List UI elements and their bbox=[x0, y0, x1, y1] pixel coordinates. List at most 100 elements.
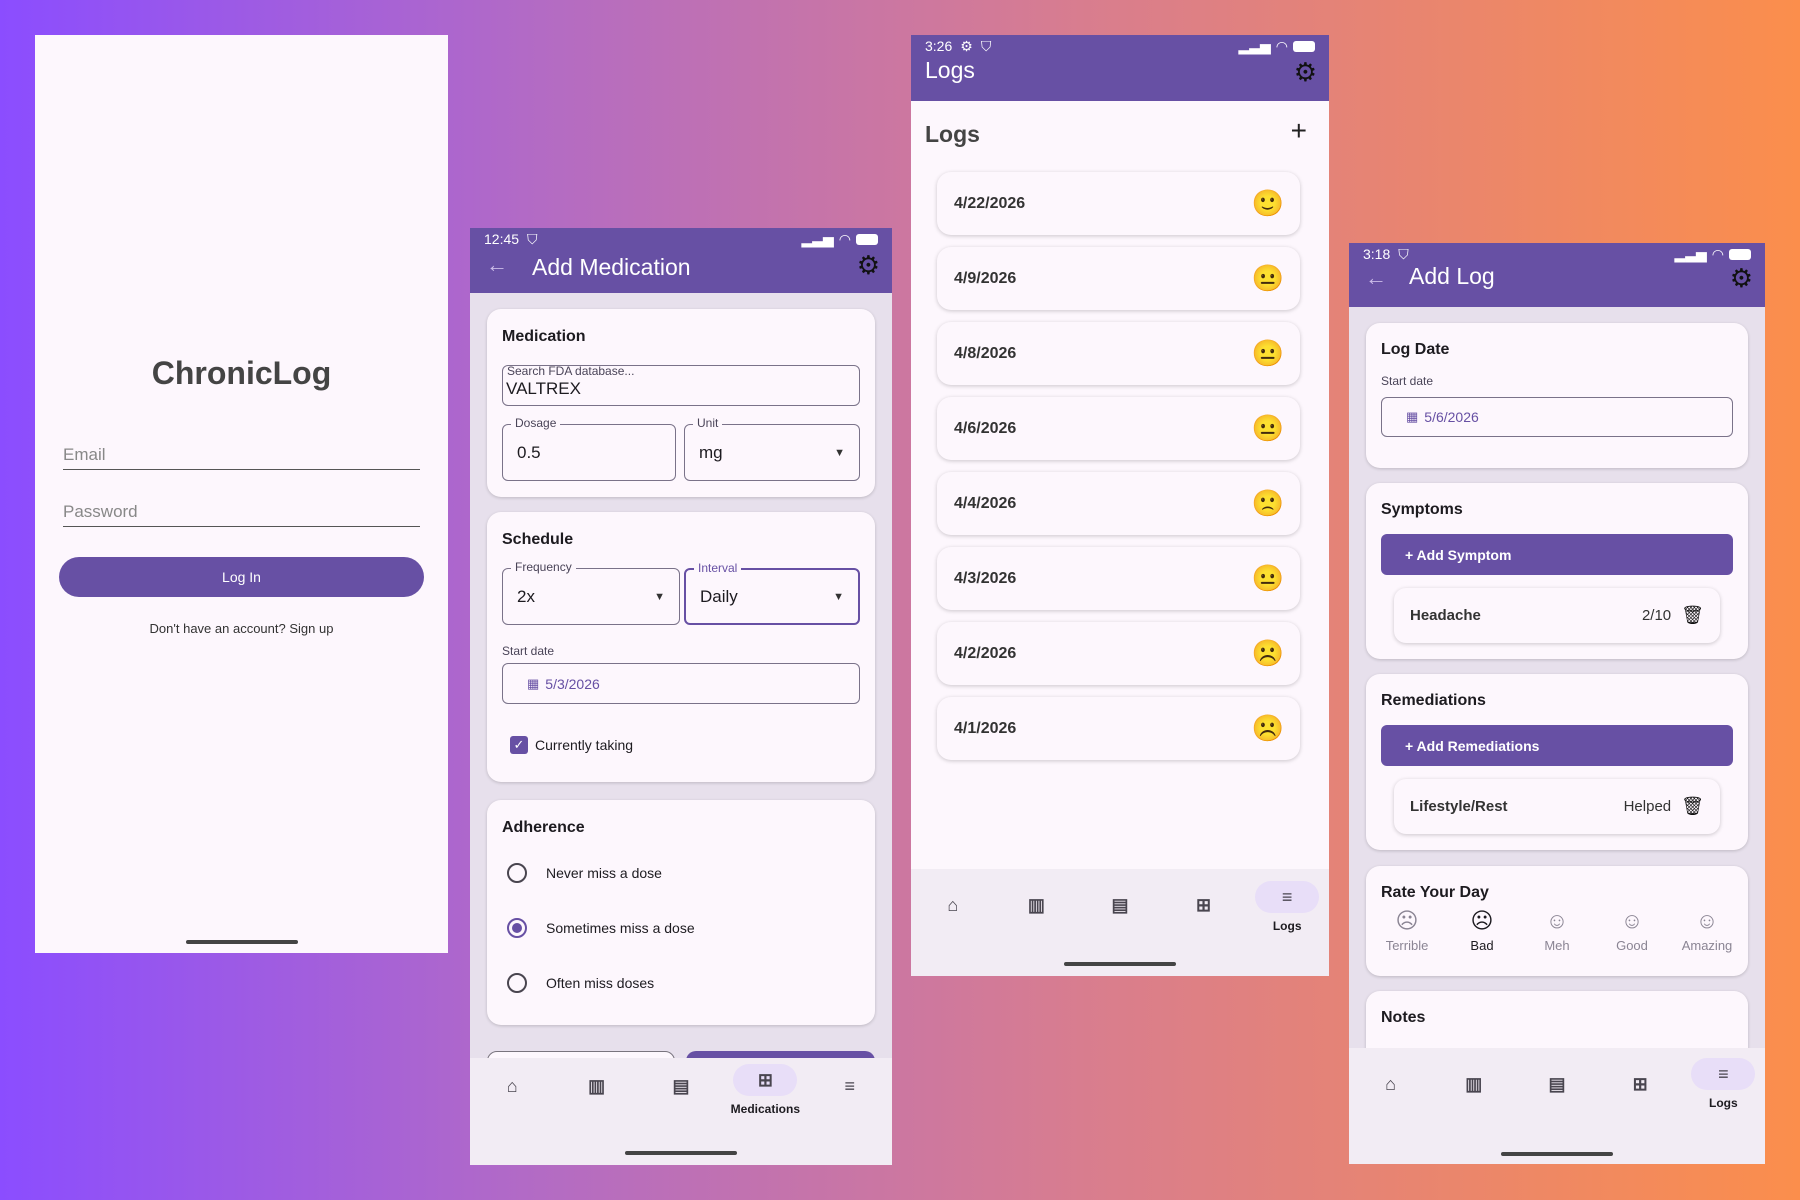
signup-link[interactable]: Don't have an account? Sign up bbox=[35, 621, 448, 636]
start-date-value: 5/3/2026 bbox=[545, 675, 600, 692]
log-entry[interactable]: 4/9/2026 😐 bbox=[937, 247, 1300, 310]
bar-chart-icon: ▥ bbox=[1027, 894, 1045, 915]
happy-face-icon: ☺ bbox=[1695, 908, 1719, 933]
option-label: Sometimes miss a dose bbox=[546, 920, 695, 936]
log-entry[interactable]: 4/1/2026 ☹️ bbox=[937, 697, 1300, 760]
nav-medications[interactable]: ⊞ bbox=[1600, 1048, 1680, 1100]
signal-icon: ▂▃▅ bbox=[1674, 245, 1707, 262]
logs-screen: 3:26 ⚙ ⛉ ▂▃▅ ◠ Logs ⚙ Logs + 4/22/2026 🙂 4/9/… bbox=[911, 35, 1329, 976]
add-log-button[interactable]: + bbox=[1291, 115, 1307, 147]
unit-select[interactable]: Unit mg ▼ bbox=[684, 416, 860, 481]
remediation-result: Helped bbox=[1623, 798, 1672, 815]
dropdown-icon: ▼ bbox=[834, 446, 845, 459]
checkbox-checked-icon: ✓ bbox=[510, 736, 528, 754]
add-remediations-button[interactable]: + Add Remediations bbox=[1381, 725, 1733, 766]
rate-amazing[interactable]: ☺ Amazing bbox=[1676, 908, 1738, 953]
back-arrow-icon[interactable]: ← bbox=[486, 252, 508, 278]
screen-title: Add Medication bbox=[532, 254, 691, 280]
log-date: 4/3/2026 bbox=[954, 569, 1017, 587]
search-value: VALTREX bbox=[506, 379, 581, 398]
frequency-label: Frequency bbox=[511, 560, 576, 574]
start-date-field[interactable]: ▦ 5/3/2026 bbox=[502, 663, 860, 704]
interval-select[interactable]: Interval Daily ▼ bbox=[684, 561, 860, 625]
add-symptom-button[interactable]: + Add Symptom bbox=[1381, 534, 1733, 575]
medication-icon: ⊞ bbox=[1632, 1073, 1648, 1094]
log-entry[interactable]: 4/3/2026 😐 bbox=[937, 547, 1300, 610]
sad-face-icon: ☹ bbox=[1395, 908, 1419, 933]
gear-icon[interactable]: ⚙ bbox=[1730, 263, 1753, 294]
nav-medications[interactable]: ⊞ Medications bbox=[725, 1058, 805, 1116]
status-time: 3:26 bbox=[925, 38, 953, 54]
menu-icon: ≡ bbox=[844, 1075, 855, 1096]
slightly-smiling-face-icon: 🙂 bbox=[1251, 188, 1284, 218]
frequency-select[interactable]: Frequency 2x ▼ bbox=[502, 560, 680, 625]
nav-logs[interactable]: ≡ Logs bbox=[1247, 869, 1327, 933]
back-arrow-icon[interactable]: ← bbox=[1365, 265, 1387, 291]
rate-good[interactable]: ☺ Good bbox=[1601, 908, 1663, 953]
nav-home[interactable]: ⌂ bbox=[472, 1058, 552, 1102]
currently-taking-checkbox[interactable]: ✓ Currently taking bbox=[510, 736, 633, 754]
neutral-face-icon: 😐 bbox=[1251, 338, 1284, 368]
unit-label: Unit bbox=[693, 416, 723, 430]
rate-terrible[interactable]: ☹ Terrible bbox=[1376, 908, 1438, 953]
dropdown-icon: ▼ bbox=[654, 590, 665, 603]
log-entry[interactable]: 4/2/2026 ☹️ bbox=[937, 622, 1300, 685]
bottom-navigation: ⌂ ▥ ▤ ⊞ ≡ Logs bbox=[911, 869, 1329, 976]
smile-face-icon: ☺ bbox=[1620, 908, 1644, 933]
rate-label: Good bbox=[1616, 938, 1648, 953]
currently-taking-label: Currently taking bbox=[535, 737, 634, 753]
nav-home[interactable]: ⌂ bbox=[1351, 1048, 1431, 1100]
adherence-option-never[interactable]: Never miss a dose bbox=[507, 863, 662, 883]
battery-icon bbox=[856, 233, 878, 245]
content-area: Medication Search FDA database... VALTRE… bbox=[470, 293, 892, 1071]
nav-medications[interactable]: ⊞ bbox=[1164, 869, 1244, 921]
trash-icon[interactable]: 🗑 bbox=[1681, 796, 1704, 817]
rate-label: Terrible bbox=[1385, 938, 1429, 953]
log-entry[interactable]: 4/8/2026 😐 bbox=[937, 322, 1300, 385]
dosage-field[interactable]: Dosage 0.5 bbox=[502, 416, 676, 481]
shield-icon: ⛉ bbox=[1398, 245, 1409, 262]
home-indicator bbox=[185, 940, 298, 944]
log-entry[interactable]: 4/6/2026 😐 bbox=[937, 397, 1300, 460]
adherence-option-sometimes[interactable]: Sometimes miss a dose bbox=[507, 918, 695, 938]
start-date-label: Start date bbox=[1381, 374, 1434, 388]
email-placeholder: Email bbox=[63, 445, 106, 464]
symptoms-heading: Symptoms bbox=[1381, 501, 1463, 518]
log-date-field[interactable]: ▦ 5/6/2026 bbox=[1381, 397, 1733, 437]
gear-icon[interactable]: ⚙ bbox=[857, 250, 880, 281]
menu-icon: ≡ bbox=[1255, 881, 1320, 913]
rate-bad[interactable]: ☹ Bad bbox=[1451, 908, 1513, 953]
bar-chart-icon: ▥ bbox=[1465, 1073, 1483, 1094]
log-date: 4/1/2026 bbox=[954, 719, 1017, 737]
search-label: Search FDA database... bbox=[507, 364, 635, 378]
log-entry[interactable]: 4/4/2026 🙁 bbox=[937, 472, 1300, 535]
nav-active-label: Medications bbox=[730, 1102, 801, 1116]
nav-stats[interactable]: ▥ bbox=[557, 1058, 637, 1102]
symptom-name: Headache bbox=[1410, 607, 1481, 624]
trash-icon[interactable]: 🗑 bbox=[1681, 605, 1704, 626]
logs-heading: Logs bbox=[925, 121, 980, 147]
nav-logs[interactable]: ≡ Logs bbox=[1683, 1048, 1763, 1110]
neutral-face-icon: 😐 bbox=[1251, 563, 1284, 593]
status-time: 3:18 bbox=[1363, 246, 1391, 262]
medication-card: Medication Search FDA database... VALTRE… bbox=[487, 309, 875, 497]
nav-menu[interactable]: ≡ bbox=[810, 1058, 890, 1102]
search-input[interactable]: Search FDA database... VALTREX bbox=[502, 364, 860, 406]
nav-messages[interactable]: ▤ bbox=[641, 1058, 721, 1102]
login-button[interactable]: Log In bbox=[59, 557, 424, 597]
gear-icon[interactable]: ⚙ bbox=[1294, 57, 1317, 88]
medication-icon: ⊞ bbox=[733, 1064, 798, 1096]
log-date: 4/8/2026 bbox=[954, 344, 1017, 362]
home-indicator bbox=[1064, 962, 1176, 966]
nav-messages[interactable]: ▤ bbox=[1517, 1048, 1597, 1100]
email-field[interactable]: Email bbox=[63, 440, 420, 470]
symptom-item: Headache 2/10 🗑 bbox=[1394, 588, 1720, 643]
nav-stats[interactable]: ▥ bbox=[1434, 1048, 1514, 1100]
nav-messages[interactable]: ▤ bbox=[1080, 869, 1160, 921]
password-field[interactable]: Password bbox=[63, 497, 420, 527]
nav-home[interactable]: ⌂ bbox=[913, 869, 993, 921]
nav-stats[interactable]: ▥ bbox=[996, 869, 1076, 921]
adherence-option-often[interactable]: Often miss doses bbox=[507, 973, 654, 993]
log-entry[interactable]: 4/22/2026 🙂 bbox=[937, 172, 1300, 235]
rate-meh[interactable]: ☺ Meh bbox=[1526, 908, 1588, 953]
